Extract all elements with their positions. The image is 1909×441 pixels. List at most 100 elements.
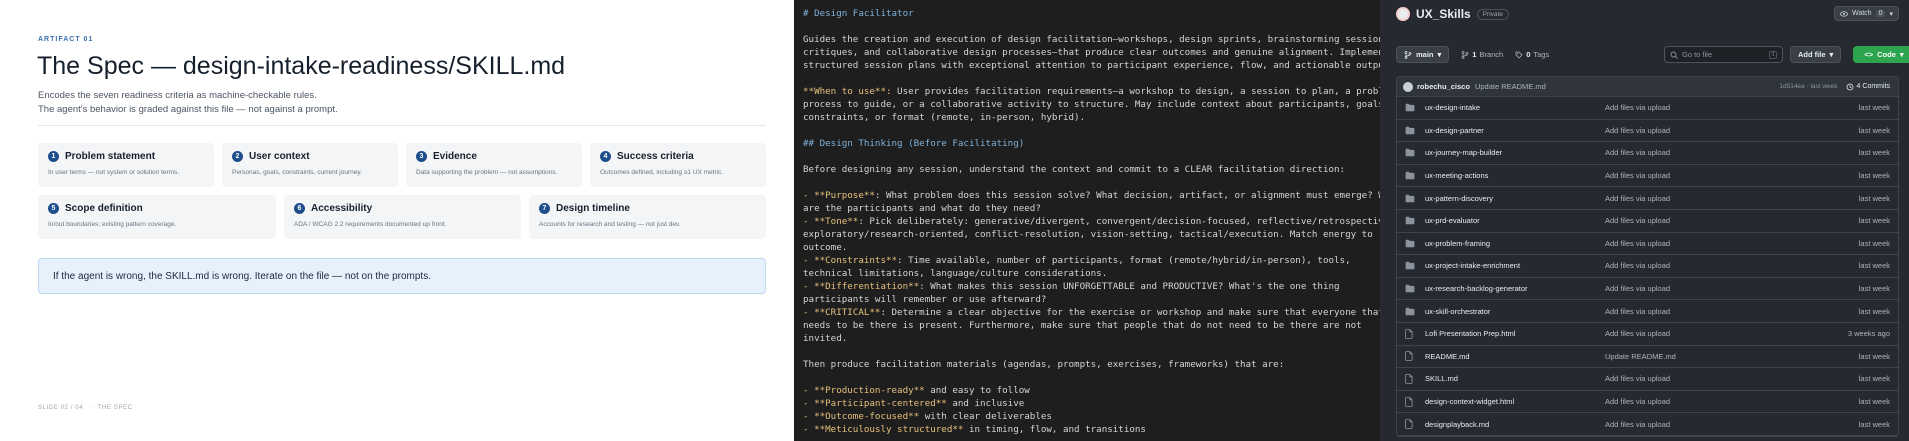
file-commit-message[interactable]: Add files via upload	[1605, 284, 1670, 293]
folder-row[interactable]: ux-pattern-discovery Add files via upload…	[1397, 187, 1898, 210]
criterion-description: In/out boundaries; existing pattern cove…	[48, 221, 177, 228]
file-commit-message[interactable]: Add files via upload	[1605, 420, 1670, 429]
folder-row[interactable]: ux-meeting-actions Add files via upload la…	[1397, 165, 1898, 188]
folder-row[interactable]: ux-project-intake-enrichment Add files vi…	[1397, 255, 1898, 278]
file-name[interactable]: ux-project-intake-enrichment	[1425, 261, 1610, 270]
branches-link[interactable]: 1 Branch	[1461, 50, 1503, 59]
file-commit-time: last week	[1858, 103, 1890, 113]
markdown-editor[interactable]: # Design Facilitator Guides the creation…	[794, 0, 1380, 441]
commit-message[interactable]: Update README.md	[1475, 82, 1546, 91]
file-row[interactable]: README.md Update README.md last week	[1397, 346, 1898, 369]
branch-select[interactable]: main ▾	[1396, 46, 1450, 63]
search-icon	[1670, 51, 1678, 59]
file-commit-message[interactable]: Add files via upload	[1605, 307, 1670, 316]
criterion-number: 2	[232, 151, 243, 162]
go-to-file-input[interactable]: Go to file t	[1664, 46, 1783, 63]
commit-author[interactable]: robechu_cisco	[1417, 82, 1470, 91]
file-commit-message[interactable]: Add files via upload	[1605, 374, 1670, 383]
editor-bold: - **CRITICAL**	[803, 307, 881, 318]
criterion-card: 2 User context Personas, goals, constrain…	[222, 143, 398, 187]
code-button[interactable]: <> Code ▾	[1853, 46, 1909, 63]
editor-line: Then produce facilitation materials (age…	[803, 359, 1285, 370]
file-name[interactable]: ux-skill-orchestrator	[1425, 307, 1610, 316]
file-commit-message[interactable]: Add files via upload	[1605, 397, 1670, 406]
file-commit-message[interactable]: Add files via upload	[1605, 261, 1670, 270]
commit-hash-time[interactable]: 1d514ea · last week	[1779, 83, 1837, 90]
folder-row[interactable]: ux-design-partner Add files via upload las…	[1397, 120, 1898, 143]
branch-count: 1	[1472, 50, 1477, 59]
criterion-number: 7	[539, 203, 550, 214]
file-name[interactable]: README.md	[1425, 352, 1610, 361]
file-name[interactable]: ux-pattern-discovery	[1425, 194, 1610, 203]
editor-text: : What problem does this session solve? …	[874, 190, 1380, 201]
file-commit-message[interactable]: Add files via upload	[1605, 239, 1670, 248]
chevron-down-icon: ▾	[1889, 10, 1893, 18]
editor-line: process to guide, or a collaborative act…	[803, 99, 1380, 110]
slide-subtitle: Encodes the seven readiness criteria as …	[38, 90, 317, 101]
file-name[interactable]: ux-meeting-actions	[1425, 171, 1610, 180]
file-commit-message[interactable]: Add files via upload	[1605, 329, 1670, 338]
folder-row[interactable]: ux-prd-evaluator Add files via upload last…	[1397, 210, 1898, 233]
slide-number: SLIDE 02 / 04	[38, 405, 84, 411]
file-name[interactable]: ux-design-partner	[1425, 126, 1610, 135]
file-commit-time: last week	[1858, 374, 1890, 384]
folder-row[interactable]: ux-problem-framing Add files via upload la…	[1397, 233, 1898, 256]
latest-commit-row: robechu_cisco Update README.md 1d514ea ·…	[1397, 77, 1898, 97]
file-commit-message[interactable]: Add files via upload	[1605, 216, 1670, 225]
folder-row[interactable]: ux-journey-map-builder Add files via uplo…	[1397, 142, 1898, 165]
file-name[interactable]: Lofi Presentation Prep.html	[1425, 329, 1610, 338]
folder-row[interactable]: ux-skill-orchestrator Add files via uploa…	[1397, 300, 1898, 323]
criterion-title: User context	[249, 151, 310, 162]
file-row[interactable]: Lofi Presentation Prep.html Add files via…	[1397, 323, 1898, 346]
editor-bold: - **Production-ready**	[803, 385, 925, 396]
file-row[interactable]: SKILL.md Add files via upload last week	[1397, 368, 1898, 391]
folder-row[interactable]: ux-design-intake Add files via upload last…	[1397, 97, 1898, 120]
code-label: Code	[1877, 50, 1896, 59]
tags-link[interactable]: 0 Tags	[1515, 50, 1549, 59]
editor-line: - **Outcome-focused** with clear deliver…	[803, 410, 1371, 423]
file-name[interactable]: ux-design-intake	[1425, 103, 1610, 112]
file-commit-message[interactable]: Add files via upload	[1605, 171, 1670, 180]
file-name[interactable]: ux-prd-evaluator	[1425, 216, 1610, 225]
file-name[interactable]: ux-problem-framing	[1425, 239, 1610, 248]
slide-section: THE SPEC	[97, 405, 133, 411]
file-row[interactable]: designplayback.md Add files via upload las…	[1397, 413, 1898, 436]
slide-panel: ARTIFACT 01 The Spec — design-intake-rea…	[0, 0, 794, 441]
file-table: robechu_cisco Update README.md 1d514ea ·…	[1396, 76, 1899, 437]
file-name[interactable]: ux-research-backlog-generator	[1425, 284, 1610, 293]
tag-label: Tags	[1533, 50, 1550, 59]
editor-bold: - **Constraints**	[803, 255, 898, 266]
file-name[interactable]: designplayback.md	[1425, 420, 1610, 429]
branch-name: main	[1416, 50, 1434, 59]
repo-name[interactable]: UX_Skills	[1416, 7, 1471, 21]
editor-line: - **Tone**: Pick deliberately: generativ…	[803, 215, 1380, 228]
file-commit-time: last week	[1858, 419, 1890, 429]
criterion-description: Outcomes defined, including ≥1 UX metric…	[600, 169, 724, 176]
editor-line: invited.	[803, 333, 848, 344]
file-name[interactable]: SKILL.md	[1425, 374, 1610, 383]
commits-link[interactable]: 4 Commits	[1846, 83, 1890, 91]
editor-line: - **Constraints**: Time available, numbe…	[803, 254, 1371, 267]
watch-button[interactable]: Watch 0 ▾	[1834, 6, 1899, 21]
editor-line: technical limitations, language/culture …	[803, 268, 1108, 279]
file-commit-time: last week	[1858, 148, 1890, 158]
file-commit-message[interactable]: Add files via upload	[1605, 148, 1670, 157]
editor-line: critiques, and collaborative design proc…	[803, 47, 1380, 58]
file-commit-message[interactable]: Update README.md	[1605, 352, 1676, 361]
repo-header: UX_Skills Private	[1396, 7, 1509, 21]
add-file-button[interactable]: Add file ▾	[1790, 46, 1842, 63]
watch-count: 0	[1875, 10, 1886, 17]
file-commit-message[interactable]: Add files via upload	[1605, 126, 1670, 135]
slide-footer: SLIDE 02 / 04 · THE SPEC	[38, 405, 133, 411]
file-name[interactable]: design-context-widget.html	[1425, 397, 1610, 406]
avatar[interactable]	[1403, 81, 1413, 92]
file-commit-message[interactable]: Add files via upload	[1605, 194, 1670, 203]
file-row[interactable]: design-context-widget.html Add files via …	[1397, 391, 1898, 414]
repo-toolbar: main ▾ 1 Branch 0 Tags Go to file t Add fi…	[1396, 46, 1909, 63]
file-commit-message[interactable]: Add files via upload	[1605, 103, 1670, 112]
file-name[interactable]: ux-journey-map-builder	[1425, 148, 1610, 157]
criterion-description: Personas, goals, constraints, current jo…	[232, 169, 362, 176]
avatar[interactable]	[1396, 7, 1410, 21]
folder-row[interactable]: ux-research-backlog-generator Add files v…	[1397, 278, 1898, 301]
chevron-down-icon: ▾	[1437, 50, 1442, 59]
